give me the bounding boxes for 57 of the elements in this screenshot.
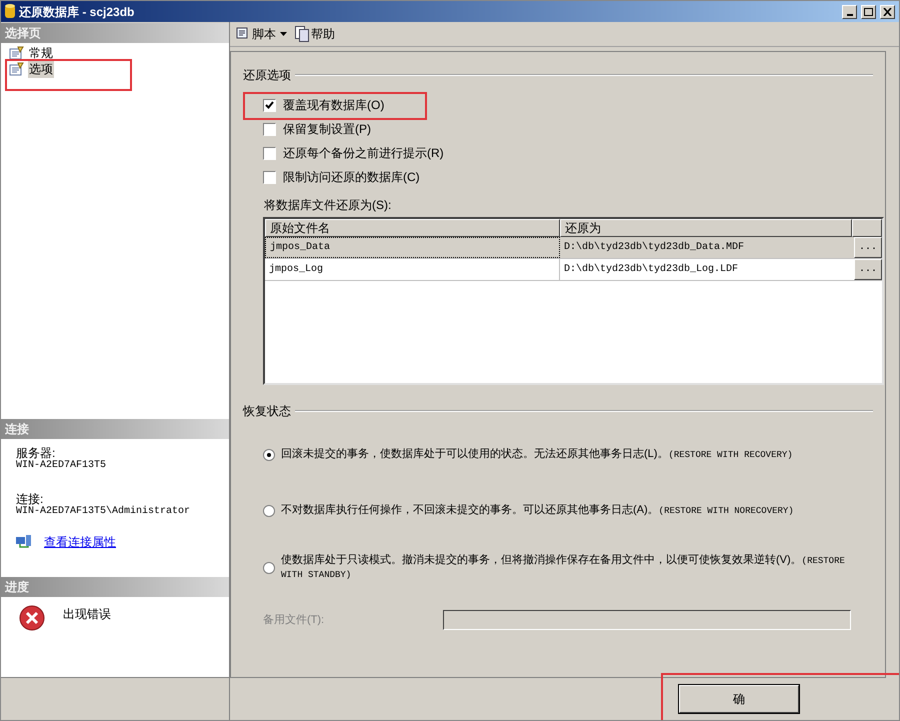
radio-label: 回滚未提交的事务，使数据库处于可以使用的状态。无法还原其他事务日志(L)。(RESTORE WITH RECOVERY) [281, 448, 793, 462]
browse-button[interactable]: ... [854, 237, 882, 258]
section-header: 连接 [1, 419, 229, 439]
page-item[interactable]: 选项 [28, 60, 54, 78]
group-title: 恢复状态 [243, 403, 291, 420]
table-cell: jmpos_Data [265, 237, 560, 258]
column-header[interactable]: 原始文件名 [265, 219, 560, 237]
checkbox-label: 覆盖现有数据库(O) [283, 97, 384, 114]
dropdown-caret-icon[interactable] [280, 32, 287, 36]
checkbox-label: 限制访问还原的数据库(C) [283, 169, 420, 186]
checkbox[interactable] [263, 146, 276, 160]
standby-file-label: 备用文件(T): [263, 612, 326, 628]
maximize-icon [864, 8, 873, 16]
radio-button[interactable] [263, 505, 275, 517]
page-icon [9, 62, 25, 76]
window-title: 还原数据库 - scj23db [19, 4, 136, 20]
network-computer-icon [16, 535, 32, 549]
page-item[interactable]: 常规 [28, 44, 54, 62]
browse-button[interactable]: ... [854, 259, 882, 280]
minimize-button[interactable] [842, 4, 857, 18]
column-header[interactable]: 还原为 [560, 219, 852, 237]
group-title: 还原选项 [243, 67, 291, 84]
file-row[interactable]: jmpos_Log D:\db\tyd23db\tyd23db_Log.LDF ... [265, 259, 882, 281]
connection-label: 连接: [16, 493, 44, 506]
script-button[interactable]: 脚本 [234, 25, 276, 43]
close-icon [883, 8, 892, 16]
checkbox[interactable] [263, 170, 276, 184]
close-button[interactable] [880, 4, 895, 18]
radio-button[interactable] [263, 449, 275, 461]
table-cell-text: D:\db\tyd23db\tyd23db_Data.MDF [563, 240, 746, 255]
progress-status: 出现错误 [63, 606, 111, 623]
checkbox[interactable] [263, 98, 276, 112]
connection-name: WIN-A2ED7AF13T5\Administrator [16, 506, 192, 517]
section-header: 选择页 [1, 23, 229, 43]
server-label: 服务器: [16, 447, 56, 460]
database-icon [5, 4, 15, 19]
radio-label: 不对数据库执行任何操作，不回滚未提交的事务。可以还原其他事务日志(A)。(RESTORE WITH NORECOVERY) [281, 504, 794, 518]
minimize-icon [846, 14, 852, 16]
radio-label: 使数据库处于只读模式。撤消未提交的事务，但将撤消操作保存在备用文件中，以便可使恢复效果逆转(V)。(RESTORE WITH STANDBY) [281, 554, 846, 582]
checkbox-label: 保留复制设置(P) [283, 121, 371, 138]
section-header: 进度 [1, 577, 229, 597]
page-icon [9, 46, 25, 60]
help-button[interactable]: 帮助 [295, 25, 335, 43]
checkbox[interactable] [263, 122, 276, 136]
table-cell: jmpos_Log [265, 259, 560, 280]
checkbox-label: 还原每个备份之前进行提示(R) [283, 145, 444, 162]
document-icon [295, 26, 309, 42]
radio-button[interactable] [263, 562, 275, 574]
ok-button[interactable]: 确 [679, 685, 799, 713]
file-row[interactable]: jmpos_Data D:\db\tyd23db\tyd23db_Data.MDF ... [265, 237, 882, 259]
maximize-button[interactable] [861, 4, 876, 18]
view-connection-properties-link[interactable]: 查看连接属性 [44, 533, 116, 551]
table-cell-text: D:\db\tyd23db\tyd23db_Log.LDF [563, 262, 740, 277]
check-icon [265, 101, 274, 109]
server-name: WIN-A2ED7AF13T5 [16, 460, 108, 471]
error-icon [19, 605, 45, 631]
files-label: 将数据库文件还原为(S): [264, 197, 392, 214]
